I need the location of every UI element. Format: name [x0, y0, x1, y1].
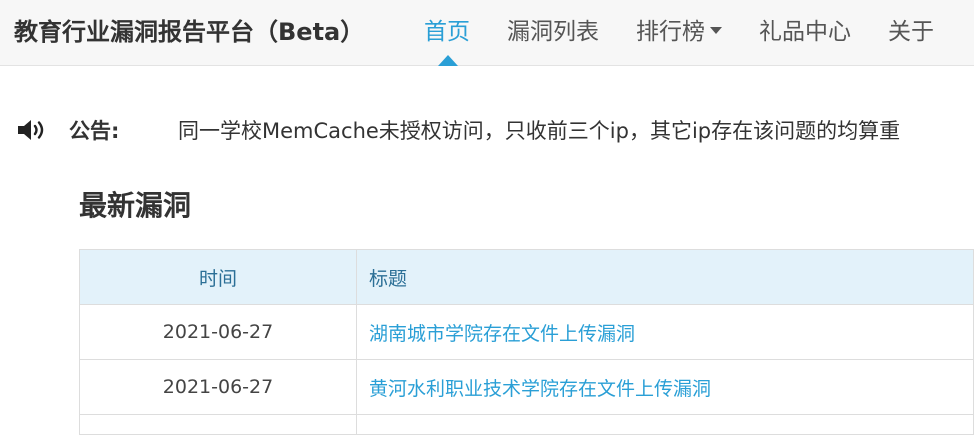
section-title-latest: 最新漏洞	[79, 189, 192, 222]
announcement-text: 同一学校MemCache未授权访问，只收前三个ip，其它ip存在该问题的均算重	[178, 119, 901, 143]
main-nav: 首页 漏洞列表 排行榜 礼品中心 关于	[424, 12, 971, 46]
vuln-title-link[interactable]: 湖南城市学院存在文件上传漏洞	[369, 323, 635, 345]
navbar: 教育行业漏洞报告平台（Beta） 首页 漏洞列表 排行榜 礼品中心 关于	[0, 0, 974, 66]
announcement-label: 公告:	[69, 119, 120, 143]
speaker-icon	[18, 120, 44, 140]
nav-item-label: 漏洞列表	[507, 19, 599, 45]
table-row: 2021-06-27 黄河水利职业技术学院存在文件上传漏洞	[79, 359, 974, 415]
nav-item-about[interactable]: 关于	[888, 12, 934, 46]
row-title-cell: 湖南城市学院存在文件上传漏洞	[356, 304, 974, 360]
latest-vuln-table: 时间 标题 2021-06-27 湖南城市学院存在文件上传漏洞 2021-06-…	[79, 249, 974, 435]
site-brand[interactable]: 教育行业漏洞报告平台（Beta）	[14, 12, 364, 47]
nav-item-label: 礼品中心	[759, 19, 851, 45]
nav-item-label: 关于	[888, 19, 934, 45]
table-header-row: 时间 标题	[79, 249, 974, 305]
row-time: 2021-06-27	[79, 304, 357, 360]
announcement-bar: 公告: 同一学校MemCache未授权访问，只收前三个ip，其它ip存在该问题的…	[16, 114, 974, 146]
row-title-cell	[356, 414, 974, 435]
nav-item-home[interactable]: 首页	[424, 12, 470, 46]
active-tab-indicator	[438, 55, 458, 66]
nav-item-ranking[interactable]: 排行榜	[636, 12, 722, 46]
row-time: 2021-06-27	[79, 359, 357, 415]
nav-item-label: 首页	[424, 19, 470, 45]
nav-item-vuln-list[interactable]: 漏洞列表	[507, 12, 599, 46]
vuln-title-link[interactable]: 黄河水利职业技术学院存在文件上传漏洞	[369, 378, 711, 400]
row-time	[79, 414, 357, 435]
column-header-time: 时间	[79, 249, 357, 305]
table-row: 2021-06-27 湖南城市学院存在文件上传漏洞	[79, 304, 974, 360]
column-header-title: 标题	[356, 249, 974, 305]
table-row	[79, 414, 974, 435]
caret-down-icon	[710, 27, 722, 34]
row-title-cell: 黄河水利职业技术学院存在文件上传漏洞	[356, 359, 974, 415]
nav-item-label: 排行榜	[636, 19, 705, 45]
nav-item-gift-center[interactable]: 礼品中心	[759, 12, 851, 46]
